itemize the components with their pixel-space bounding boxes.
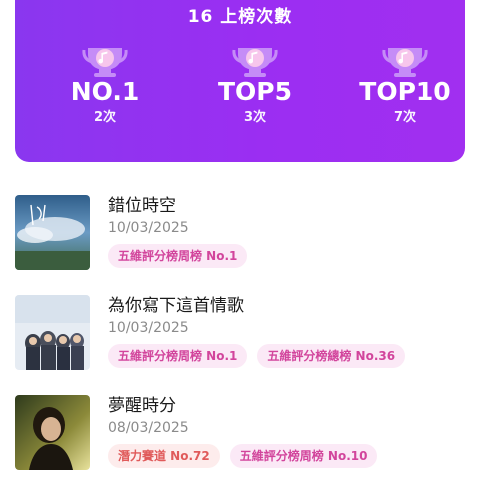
chart-tag[interactable]: 五維評分榜總榜 No.36 (257, 344, 406, 368)
stat-top10[interactable]: TOP10 7次 (345, 44, 465, 125)
song-date: 10/03/2025 (108, 320, 189, 336)
trophy-music-icon (232, 48, 278, 77)
song-title: 錯位時空 (108, 196, 176, 216)
song-date: 10/03/2025 (108, 220, 189, 236)
song-title: 為你寫下這首情歌 (108, 296, 244, 316)
song-item-2[interactable]: 為你寫下這首情歌 10/03/2025 五維評分榜周榜 No.1 五維評分榜總榜 … (0, 295, 480, 375)
song-item-1[interactable]: 錯位時空 10/03/2025 五維評分榜周榜 No.1 (0, 195, 480, 275)
album-cover (15, 295, 90, 370)
album-cover (15, 195, 90, 270)
stat-label: TOP5 (217, 77, 293, 106)
stat-label: NO.1 (70, 77, 140, 106)
tag-list: 五維評分榜周榜 No.1 (108, 244, 257, 268)
song-title: 夢醒時分 (108, 396, 176, 416)
chart-tag[interactable]: 五維評分榜周榜 No.1 (108, 344, 248, 368)
chart-tag[interactable]: 五維評分榜周榜 No.10 (229, 444, 378, 468)
stat-count: 2次 (93, 110, 117, 125)
tag-list: 潛力賽道 No.72 五維評分榜周榜 No.10 (108, 444, 387, 468)
trophy-music-icon (82, 48, 128, 77)
chart-count-text: 16 上榜次數 (187, 7, 293, 27)
song-item-3[interactable]: 夢醒時分 08/03/2025 潛力賽道 No.72 五維評分榜周榜 No.10 (0, 395, 480, 475)
stat-label: TOP10 (359, 77, 451, 106)
chart-tag[interactable]: 五維評分榜周榜 No.1 (108, 244, 248, 268)
chart-tag[interactable]: 潛力賽道 No.72 (108, 444, 220, 468)
trophy-music-icon (382, 48, 428, 77)
stat-top5[interactable]: TOP5 3次 (195, 44, 315, 125)
song-date: 08/03/2025 (108, 420, 189, 436)
chart-summary-card: 16 上榜次數 NO.1 2次 TOP5 3次 TOP10 7次 (15, 0, 465, 162)
stat-no1[interactable]: NO.1 2次 (45, 44, 165, 125)
album-cover (15, 395, 90, 470)
stat-count: 7次 (393, 110, 417, 125)
tag-list: 五維評分榜周榜 No.1 五維評分榜總榜 No.36 (108, 344, 415, 368)
artist-chart-page: 16 上榜次數 NO.1 2次 TOP5 3次 TOP10 7次 錯位時空 10… (0, 0, 480, 480)
stat-count: 3次 (243, 110, 267, 125)
stats-row: NO.1 2次 TOP5 3次 TOP10 7次 (15, 44, 465, 134)
